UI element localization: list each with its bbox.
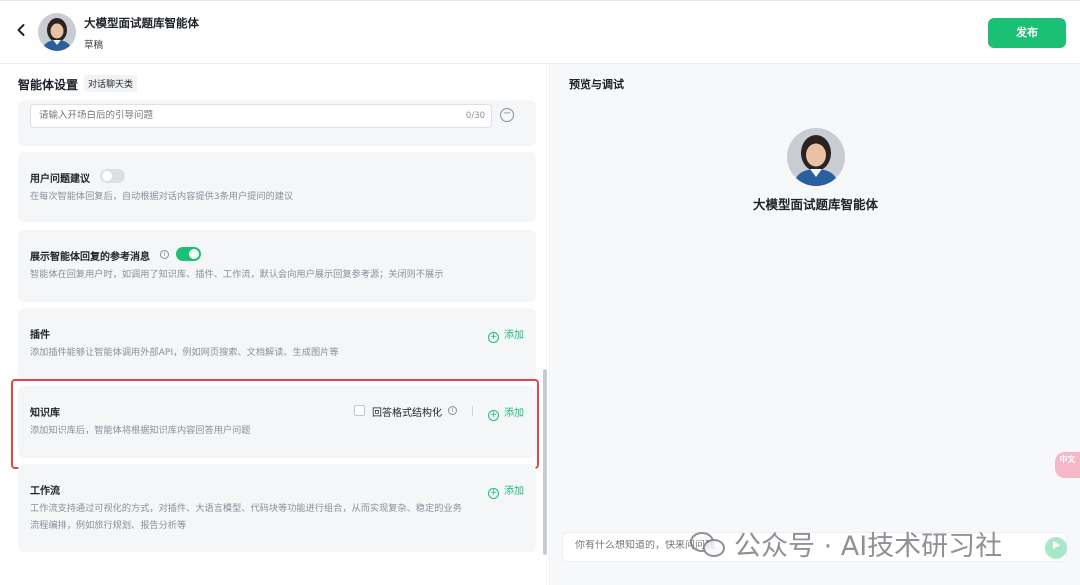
translate-icon: 中文: [1059, 455, 1076, 464]
references-desc: 智能体在回复用户时，如调用了知识库、插件、工作流，默认会向用户展示回复参考源；关…: [30, 269, 444, 280]
agent-avatar[interactable]: [38, 13, 76, 51]
agent-avatar-large: [787, 128, 845, 186]
agent-title: 大模型面试题库智能体: [84, 16, 199, 30]
references-title: 展示智能体回复的参考消息: [30, 252, 150, 263]
translate-button[interactable]: 中文: [1055, 452, 1080, 478]
workflow-desc-line1: 工作流支持通过可视化的方式，对插件、大语言模型、代码块等功能进行组合，从而实现复…: [30, 503, 462, 514]
minus-circle-icon: −: [502, 108, 512, 119]
plugins-desc: 添加插件能够让智能体调用外部API，例如网页搜索、文档解读、生成图片等: [30, 347, 339, 358]
opening-question-input-wrap[interactable]: 0/30: [30, 104, 492, 128]
agent-status: 草稿: [84, 40, 104, 51]
wechat-icon: [690, 530, 728, 558]
scrollbar[interactable]: [543, 369, 547, 555]
agent-settings-panel: 智能体设置 对话聊天类 0/30 − 用户问题建议 在每次智能体回复后，自动根据…: [0, 64, 550, 585]
workflow-desc-line2: 流程编排，例如旅行规划、报告分析等: [30, 520, 187, 531]
suggestions-desc: 在每次智能体回复后，自动根据对话内容提供3条用户提问的建议: [30, 191, 294, 202]
suggestions-title: 用户问题建议: [30, 174, 90, 185]
plus-circle-icon: +: [488, 332, 499, 343]
add-plugin-button[interactable]: + 添加: [488, 326, 524, 343]
references-toggle[interactable]: [176, 247, 201, 261]
workflow-card: 工作流 + 添加 工作流支持通过可视化的方式，对插件、大语言模型、代码块等功能进行…: [18, 464, 536, 552]
preview-title: 预览与调试: [569, 78, 624, 91]
suggestions-card: 用户问题建议 在每次智能体回复后，自动根据对话内容提供3条用户提问的建议: [18, 152, 536, 222]
agent-type-tag: 对话聊天类: [84, 75, 138, 92]
opening-question-input[interactable]: [39, 110, 439, 121]
references-card: 展示智能体回复的参考消息 i 智能体在回复用户时，如调用了知识库、插件、工作流，…: [18, 230, 536, 302]
plus-circle-icon: +: [488, 488, 499, 499]
chevron-left-icon: [17, 24, 25, 36]
publish-button[interactable]: 发布: [988, 18, 1066, 48]
plugins-title: 插件: [30, 330, 50, 341]
send-icon: [1053, 541, 1060, 549]
watermark: 公众号 · AI技术研习社: [690, 524, 1002, 563]
workflow-title: 工作流: [30, 486, 60, 497]
settings-title: 智能体设置: [18, 78, 79, 92]
agent-name: 大模型面试题库智能体: [752, 197, 878, 212]
suggestions-toggle[interactable]: [100, 169, 125, 183]
char-counter: 0/30: [465, 111, 485, 121]
info-icon[interactable]: i: [160, 250, 169, 259]
highlight-annotation: [11, 379, 539, 469]
preview-panel: 预览与调试 大模型面试题库智能体: [551, 64, 1080, 585]
add-workflow-button[interactable]: + 添加: [488, 482, 524, 499]
send-button[interactable]: [1045, 537, 1067, 559]
top-bar: 大模型面试题库智能体 草稿 发布: [0, 0, 1080, 64]
back-button[interactable]: [16, 23, 32, 41]
remove-question-button[interactable]: −: [500, 108, 514, 122]
plugins-card: 插件 + 添加 添加插件能够让智能体调用外部API，例如网页搜索、文档解读、生成图…: [18, 308, 536, 380]
